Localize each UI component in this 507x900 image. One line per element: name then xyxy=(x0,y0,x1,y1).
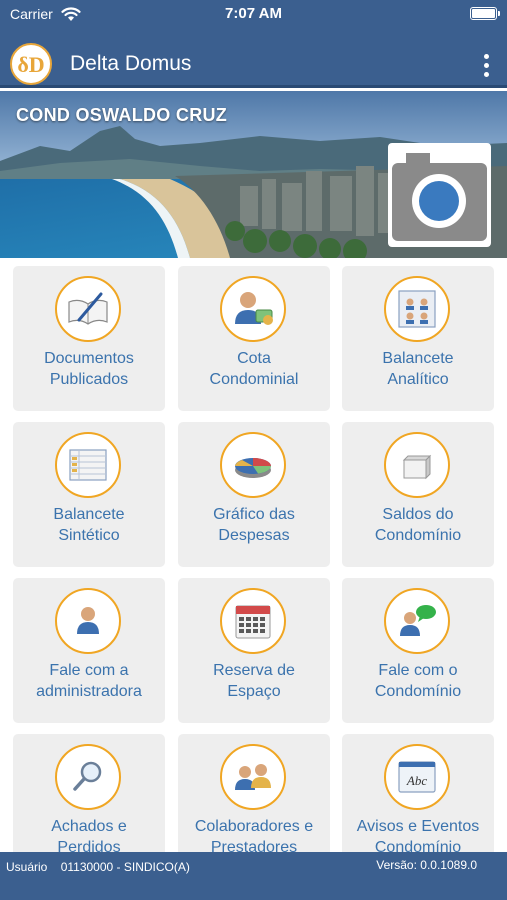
tile-balancete-sintetico[interactable]: Balancete Sintético xyxy=(13,422,165,567)
more-vertical-icon[interactable] xyxy=(477,52,497,80)
tile-label-line2: Perdidos xyxy=(57,839,121,852)
person-money-icon xyxy=(220,276,286,342)
tile-label-line1: Balancete xyxy=(382,350,454,367)
abc-window-icon: Abc xyxy=(384,744,450,810)
tile-colaboradores-prestadores[interactable]: Colaboradores e Prestadores xyxy=(178,734,330,852)
spreadsheet-icon xyxy=(55,432,121,498)
tile-grafico-despesas[interactable]: Gráfico das Despesas xyxy=(178,422,330,567)
people-icon xyxy=(220,744,286,810)
tile-saldos-condominio[interactable]: Saldos do Condomínio xyxy=(342,422,494,567)
tile-label-line1: Reserva de xyxy=(213,662,295,679)
clock: 7:07 AM xyxy=(225,5,282,22)
person-chat-icon xyxy=(384,588,450,654)
tile-documentos-publicados[interactable]: Documentos Publicados xyxy=(13,266,165,411)
footer-version: Versão: 0.0.1089.0 xyxy=(376,858,477,872)
pie-chart-icon xyxy=(220,432,286,498)
svg-text:Abc: Abc xyxy=(406,773,427,788)
condominium-name: COND OSWALDO CRUZ xyxy=(16,105,228,125)
tile-label-line1: Balancete xyxy=(53,506,125,523)
tile-label-line2: Espaço xyxy=(227,683,281,700)
org-sheet-icon xyxy=(384,276,450,342)
tile-fale-administradora[interactable]: Fale com a administradora xyxy=(13,578,165,723)
tile-balancete-analitico[interactable]: Balancete Analítico xyxy=(342,266,494,411)
svg-text:δD: δD xyxy=(17,52,44,77)
tile-label-line2: Despesas xyxy=(218,527,290,544)
app-title: Delta Domus xyxy=(70,52,192,75)
version-value: 0.0.1089.0 xyxy=(420,858,477,872)
change-photo-button[interactable] xyxy=(388,143,491,247)
camera-icon xyxy=(392,153,487,241)
tile-reserva-espaco[interactable]: Reserva de Espaço xyxy=(178,578,330,723)
magnifier-icon xyxy=(55,744,121,810)
tile-avisos-eventos[interactable]: Abc Avisos e Eventos Condomínio xyxy=(342,734,494,852)
tile-label-line1: Saldos do xyxy=(382,506,454,523)
open-box-icon xyxy=(384,432,450,498)
tile-label-line1: Fale com a xyxy=(49,662,129,679)
tile-label-line2: Analítico xyxy=(387,371,449,388)
status-bar: Carrier 7:07 AM xyxy=(0,0,507,28)
tile-cota-condominial[interactable]: Cota Condominial xyxy=(178,266,330,411)
tile-label-line2: Sintético xyxy=(58,527,120,544)
tile-fale-condominio[interactable]: Fale com o Condomínio xyxy=(342,578,494,723)
tile-label-line2: Condomínio xyxy=(374,683,462,700)
tile-label-line1: Fale com o xyxy=(378,662,458,679)
user-value: 01130000 - SINDICO(A) xyxy=(60,860,190,874)
tile-achados-perdidos[interactable]: Achados e Perdidos xyxy=(13,734,165,852)
tile-label-line1: Gráfico das xyxy=(213,506,295,523)
version-label: Versão: xyxy=(376,858,417,872)
tile-label-line2: Condomínio xyxy=(374,839,462,852)
tile-label-line2: administradora xyxy=(36,683,142,700)
footer-user: Usuário 01130000 - SINDICO(A) xyxy=(6,860,190,874)
tile-label-line2: Condominial xyxy=(209,371,299,388)
tile-label-line1: Achados e xyxy=(51,818,127,835)
user-label: Usuário xyxy=(6,860,48,874)
person-icon xyxy=(55,588,121,654)
tile-label-line1: Colaboradores e xyxy=(194,818,314,835)
tile-label-line2: Condomínio xyxy=(374,527,462,544)
battery-icon xyxy=(470,7,500,20)
tile-label-line1: Cota xyxy=(237,350,271,367)
app-logo-icon: δD xyxy=(10,43,52,85)
app-bar: δD Delta Domus xyxy=(0,28,507,88)
calendar-icon xyxy=(220,588,286,654)
document-pen-icon xyxy=(55,276,121,342)
tile-label-line1: Avisos e Eventos xyxy=(356,818,480,835)
tile-label-line2: Prestadores xyxy=(210,839,298,852)
tile-label-line2: Publicados xyxy=(49,371,129,388)
menu-grid: Documentos Publicados Cota Condominial B… xyxy=(0,258,507,852)
footer-bar: Usuário 01130000 - SINDICO(A) Versão: 0.… xyxy=(0,852,507,900)
tile-label-line1: Documentos xyxy=(44,350,134,367)
